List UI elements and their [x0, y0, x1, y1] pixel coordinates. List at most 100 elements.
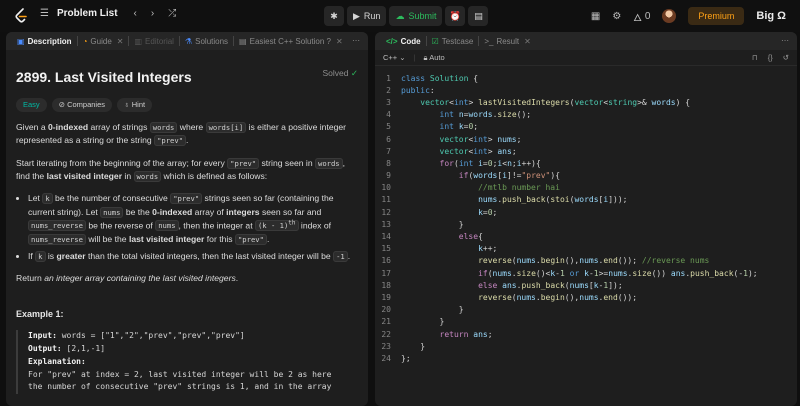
inline-code: nums_reverse [28, 220, 86, 232]
text: 0-indexed [152, 206, 193, 217]
close-icon[interactable]: ✕ [524, 37, 531, 46]
code-line[interactable]: 4 int n=words.size(); [375, 109, 797, 121]
code-line[interactable]: 13 } [375, 218, 797, 230]
line-number: 24 [381, 353, 391, 363]
line-number: 13 [381, 219, 391, 229]
tab-guide[interactable]: ◔ Guide ✕ [78, 32, 129, 50]
tab-label: Testcase [441, 36, 474, 46]
tab-description[interactable]: ▣ Description [12, 32, 77, 50]
code-line[interactable]: 6 vector<int> nums; [375, 133, 797, 145]
code-line[interactable]: 23 } [375, 340, 797, 352]
flask-icon: ⚗ [184, 36, 193, 46]
more-icon[interactable]: ⋯ [781, 36, 789, 45]
chevron-right-icon[interactable]: › [151, 8, 154, 19]
example-explanation: the number of consecutive "prev" strings… [28, 382, 332, 392]
code-line[interactable]: 15 k++; [375, 243, 797, 255]
text: in [122, 171, 134, 182]
code-line[interactable]: 16 reverse(nums.begin(),nums.end()); //r… [375, 255, 797, 267]
code-line[interactable]: 22 return ans; [375, 328, 797, 340]
close-icon[interactable]: ✕ [117, 37, 124, 46]
run-button[interactable]: ▶ Run [347, 6, 387, 26]
code-line[interactable]: 7 vector<int> ans; [375, 145, 797, 157]
close-icon[interactable]: ✕ [336, 37, 343, 46]
leetcode-logo[interactable] [14, 8, 28, 24]
tab-solutions[interactable]: ⚗ Solutions [180, 32, 233, 50]
tab-label: Description [27, 36, 72, 46]
tab-code[interactable]: </> Code [381, 32, 426, 50]
auto-mode[interactable]: 🔒︎ Auto [424, 53, 445, 63]
description-paragraph: Start iterating from the beginning of th… [16, 157, 358, 184]
code-line[interactable]: 3 vector<int> lastVisitedIntegers(vector… [375, 96, 797, 108]
code-line[interactable]: 24}; [375, 352, 797, 364]
inline-code: k [42, 193, 53, 205]
streak-counter[interactable]: 🜂 0 [633, 6, 650, 27]
line-number: 5 [386, 122, 391, 132]
code-line[interactable]: 9 if(words[i]!="prev"){ [375, 170, 797, 182]
code-editor[interactable]: 1 class Solution {2 public: 3 vector<int> l… [375, 72, 797, 365]
text: string seen in [259, 157, 315, 168]
list-icon[interactable]: ☰ [40, 8, 49, 19]
code-text: else ans.push_back(nums[k-1]); [478, 280, 623, 290]
fire-icon: 🜂 [633, 12, 643, 24]
problem-list-link[interactable]: Problem List [57, 8, 118, 19]
code-text: if(words[i]!="prev"){ [458, 171, 561, 181]
code-text: } [401, 317, 445, 327]
chevron-left-icon[interactable]: ‹ [134, 8, 137, 19]
code-line[interactable]: 14 else{ [375, 230, 797, 242]
reset-icon[interactable]: ↺ [783, 53, 789, 62]
layout-icon[interactable]: ▦ [591, 11, 600, 22]
run-toolbar: ✱ ▶ Run ☁ Submit ⏰ ▤ [324, 6, 489, 26]
timer-button[interactable]: ⏰ [445, 6, 466, 26]
more-icon[interactable]: ⋯ [352, 36, 360, 45]
line-number: 14 [381, 232, 391, 242]
hint-label: Hint [131, 99, 146, 109]
braces-icon[interactable]: {} [768, 53, 773, 62]
code-line[interactable]: 18 else ans.push_back(nums[k-1]); [375, 279, 797, 291]
tab-result[interactable]: >_ Result ✕ [479, 32, 536, 50]
text: than the total visited integers, then th… [85, 250, 334, 261]
code-line[interactable]: 8 for(int i=0;i<n;i++){ [375, 157, 797, 169]
editor-toolbar: C++ ⌄ | 🔒︎ Auto ⊓ {} ↺ [375, 50, 797, 66]
shuffle-icon[interactable]: ⤮ [168, 8, 176, 19]
tab-testcase[interactable]: ☑ Testcase [427, 32, 479, 50]
submit-button[interactable]: ☁ Submit [389, 6, 443, 26]
language-select[interactable]: C++ ⌄ [383, 53, 406, 62]
return-paragraph: Return an integer array containing the l… [16, 272, 358, 285]
big-omega-button[interactable]: Big Ω [756, 10, 786, 22]
text: array of strings [88, 122, 150, 133]
premium-button[interactable]: Premium [688, 7, 745, 25]
code-line[interactable]: 21 } [375, 316, 797, 328]
tab-solution-post[interactable]: ▤ Easiest C++ Solution ? ✕ [234, 32, 348, 50]
line-number: 2 [386, 85, 391, 95]
code-line[interactable]: 20 } [375, 304, 797, 316]
code-text: }; [401, 353, 411, 363]
companies-tag[interactable]: ⊘ Companies [51, 97, 113, 113]
code-line[interactable]: 2 public: [375, 84, 797, 96]
bookmark-icon[interactable]: ⊓ [752, 53, 758, 62]
line-number: 18 [381, 280, 391, 290]
code-line[interactable]: 5 int k=0; [375, 121, 797, 133]
code-line[interactable]: 17 if(nums.size()<k-1 or k-1>=nums.size(… [375, 267, 797, 279]
code-line[interactable]: 10 //mtlb number hai [375, 182, 797, 194]
code-text: reverse(nums.begin(),nums.end()); [478, 292, 638, 302]
tab-editorial[interactable]: ▥ Editorial [129, 32, 178, 50]
code-text: } [401, 341, 426, 351]
debug-button[interactable]: ✱ [324, 6, 344, 26]
text: . [266, 233, 270, 244]
code-line[interactable]: 11 nums.push_back(stoi(words[i])); [375, 194, 797, 206]
code-line[interactable]: 1 class Solution { [375, 72, 797, 84]
code-line[interactable]: 19 reverse(nums.begin(),nums.end()); [375, 291, 797, 303]
notes-button[interactable]: ▤ [468, 6, 489, 26]
code-text: if(nums.size()<k-1 or k-1>=nums.size()) … [478, 268, 758, 278]
code-text: //mtlb number hai [478, 183, 560, 193]
code-line[interactable]: 12 k=0; [375, 206, 797, 218]
avatar[interactable] [662, 9, 677, 23]
gear-icon[interactable]: ⚙ [612, 11, 621, 22]
hint-tag[interactable]: ♁ Hint [117, 97, 153, 113]
top-nav: ☰ Problem List ‹ › ⤮ ✱ ▶ Run ☁ Submit ⏰ ▤ … [0, 0, 800, 32]
description-panel: ▣ Description ◔ Guide ✕ ▥ Editorial ⚗ Solutio… [6, 32, 368, 406]
inline-code: nums [100, 206, 124, 218]
label: Input: [28, 331, 57, 341]
text: Let [28, 193, 43, 204]
difficulty-badge[interactable]: Easy [16, 97, 47, 113]
